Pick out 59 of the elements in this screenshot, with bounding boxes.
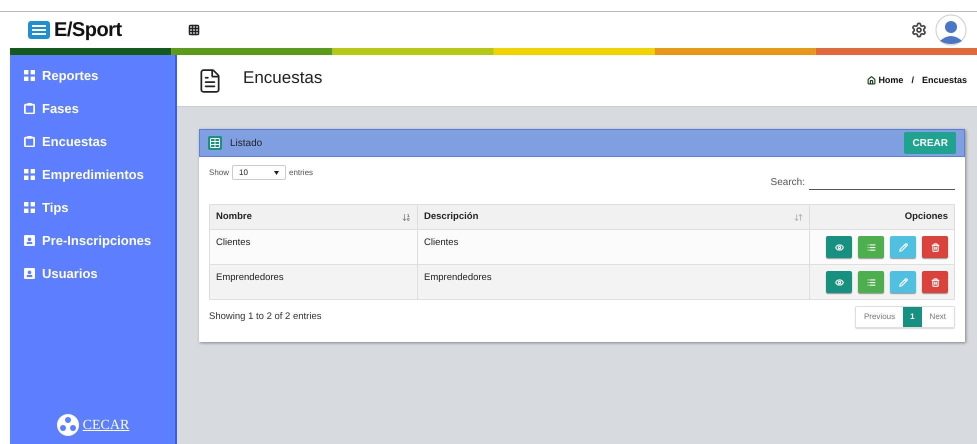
sidebar-item[interactable]: Usuarios [10,257,175,290]
list-icon [866,278,876,286]
caret-icon [274,170,280,174]
pagination-button[interactable]: 1 [903,307,922,327]
eye-icon [834,278,844,286]
pencil-icon [898,242,908,252]
create-button[interactable]: CREAR [904,132,956,154]
show-label: Show [209,166,230,178]
column-header[interactable]: Descripción [418,204,810,230]
apps-grid-icon[interactable] [188,24,200,36]
search-label: Search: [770,176,805,190]
column-header: Opciones [810,204,954,230]
sidebar-item[interactable]: Reportes [10,59,175,92]
trash-icon [930,242,940,252]
list-button[interactable] [858,236,884,258]
grid-icon [24,70,35,81]
table-icon [208,136,222,150]
pencil-icon [898,278,908,286]
settings-icon[interactable] [911,22,927,38]
sidebar-item[interactable]: Fases [10,92,175,125]
delete-button[interactable] [922,236,948,258]
sort-icon [794,212,803,222]
grid-icon [24,169,35,180]
sort-icon [402,212,411,222]
sidebar-item[interactable]: Tips [10,191,175,224]
home-icon [867,76,876,85]
view-button[interactable] [826,271,852,293]
clipboard-icon [24,103,35,114]
eye-icon [834,242,844,252]
delete-button[interactable] [922,271,948,293]
brand-name: E/Sport [54,18,122,43]
user-avatar-icon[interactable] [935,14,967,46]
table-info: Showing 1 to 2 of 2 entries [209,310,322,324]
breadcrumb-link[interactable]: Home [878,74,904,88]
view-button[interactable] [826,236,852,258]
breadcrumb-separator: / [911,74,914,87]
grid-icon [24,202,35,213]
contact-card-icon [24,235,35,246]
page-title: Encuestas [243,67,322,89]
panel-title: Listado [230,136,262,150]
table-cell: Emprendedores [210,264,418,300]
entries-label: entries [289,166,314,178]
pagination-button[interactable]: Previous [856,307,904,327]
breadcrumb-current: Encuestas [922,74,967,87]
cecar-logo-text: CECAR [82,416,130,434]
table-cell: Emprendedores [418,264,810,300]
clipboard-icon [24,136,35,147]
sidebar-item[interactable]: Pre-Inscripciones [10,224,175,257]
entries-select[interactable]: 10 [232,165,286,180]
sidebar-item[interactable]: Encuestas [10,125,175,158]
contact-card-icon [24,268,35,279]
list-icon [866,242,876,252]
sidebar-item[interactable]: Empredimientos [10,158,175,191]
trash-icon [930,278,940,286]
cecar-logo-icon [56,414,80,436]
column-header[interactable]: Nombre [210,204,418,230]
list-button[interactable] [858,271,884,293]
pagination-button[interactable]: Next [922,307,954,327]
logo-icon [28,21,50,39]
